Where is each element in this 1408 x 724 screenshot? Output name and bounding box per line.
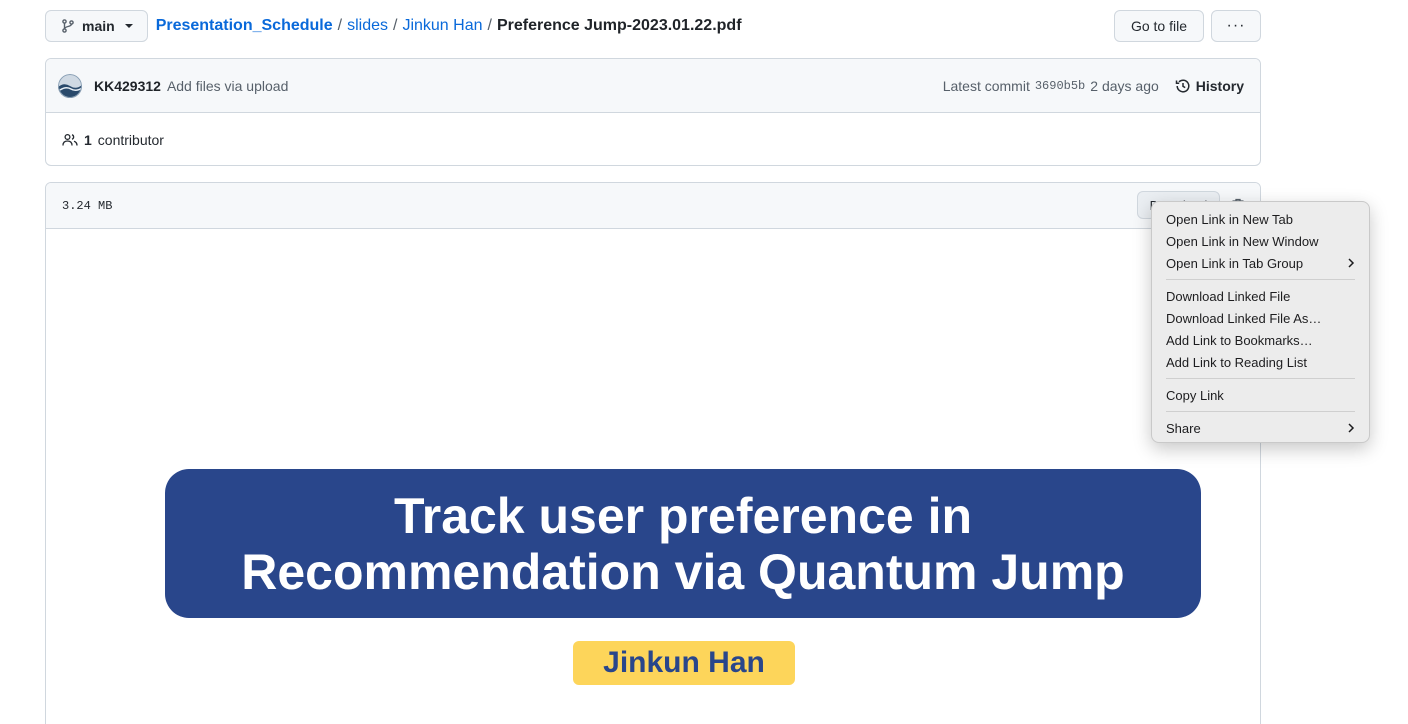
- breadcrumb-jinkun-han-link[interactable]: Jinkun Han: [402, 17, 482, 35]
- file-header: 3.24 MB Download: [46, 183, 1260, 229]
- author-avatar[interactable]: [58, 73, 82, 98]
- history-button[interactable]: History: [1175, 78, 1244, 94]
- menu-item-share[interactable]: Share: [1152, 417, 1369, 439]
- menu-item-open-link-new-tab[interactable]: Open Link in New Tab: [1152, 208, 1369, 230]
- chevron-right-icon: [1348, 423, 1355, 433]
- commit-author-link[interactable]: KK429312: [94, 78, 161, 94]
- git-branch-icon: [62, 19, 74, 33]
- kebab-icon: ···: [1226, 17, 1246, 34]
- pdf-preview[interactable]: Track user preference in Recommendation …: [46, 229, 1260, 724]
- breadcrumb-repo-link[interactable]: Presentation_Schedule: [156, 17, 333, 35]
- branch-selector-button[interactable]: main: [45, 10, 148, 42]
- chevron-right-icon: [1348, 258, 1355, 268]
- commit-message-link[interactable]: Add files via upload: [167, 78, 288, 94]
- breadcrumb: Presentation_Schedule / slides / Jinkun …: [156, 17, 742, 35]
- history-icon: [1175, 79, 1190, 93]
- file-size: 3.24 MB: [62, 198, 113, 213]
- menu-separator: [1166, 378, 1355, 379]
- context-menu: Open Link in New Tab Open Link in New Wi…: [1151, 201, 1370, 443]
- menu-item-open-link-tab-group[interactable]: Open Link in Tab Group: [1152, 252, 1369, 274]
- contributor-count: 1: [84, 131, 92, 148]
- menu-item-download-linked-file[interactable]: Download Linked File: [1152, 285, 1369, 307]
- breadcrumb-current-file: Preference Jump-2023.01.22.pdf: [496, 17, 742, 34]
- go-to-file-button[interactable]: Go to file: [1113, 10, 1204, 42]
- menu-item-copy-link[interactable]: Copy Link: [1152, 384, 1369, 406]
- file-viewer: 3.24 MB Download Track user preference i…: [45, 182, 1261, 724]
- menu-separator: [1166, 279, 1355, 280]
- branch-name: main: [82, 18, 115, 34]
- history-label: History: [1195, 78, 1244, 94]
- commit-time: 2 days ago: [1090, 78, 1159, 94]
- commit-row: KK429312 Add files via upload Latest com…: [46, 59, 1260, 113]
- breadcrumb-separator: /: [337, 17, 343, 34]
- slide-title-line-1: Track user preference in: [393, 487, 973, 544]
- latest-commit-box: KK429312 Add files via upload Latest com…: [45, 58, 1261, 166]
- menu-separator: [1166, 411, 1355, 412]
- contributor-label: contributor: [97, 131, 164, 148]
- menu-item-download-linked-file-as[interactable]: Download Linked File As…: [1152, 307, 1369, 329]
- slide-title-line-2: Recommendation via Quantum Jump: [241, 543, 1125, 600]
- more-options-button[interactable]: ···: [1211, 10, 1261, 42]
- slide-author-badge: Jinkun Han: [573, 641, 795, 685]
- commit-meta: Latest commit 3690b5b 2 days ago History: [943, 59, 1244, 113]
- menu-item-open-link-new-window[interactable]: Open Link in New Window: [1152, 230, 1369, 252]
- breadcrumb-slides-link[interactable]: slides: [347, 17, 388, 35]
- commit-sha-link[interactable]: 3690b5b: [1035, 79, 1085, 93]
- people-icon: [62, 133, 78, 146]
- latest-commit-label: Latest commit: [942, 78, 1030, 94]
- breadcrumb-separator: /: [487, 17, 492, 34]
- breadcrumb-separator: /: [393, 17, 398, 34]
- contributors-row[interactable]: 1 contributor: [46, 113, 1260, 165]
- menu-item-add-link-to-bookmarks[interactable]: Add Link to Bookmarks…: [1152, 329, 1369, 351]
- chevron-down-icon: [124, 24, 133, 28]
- file-path-bar: main Presentation_Schedule / slides / Ji…: [45, 10, 1261, 42]
- menu-item-add-link-to-reading-list[interactable]: Add Link to Reading List: [1152, 351, 1369, 373]
- slide-title-banner: Track user preference in Recommendation …: [165, 469, 1201, 618]
